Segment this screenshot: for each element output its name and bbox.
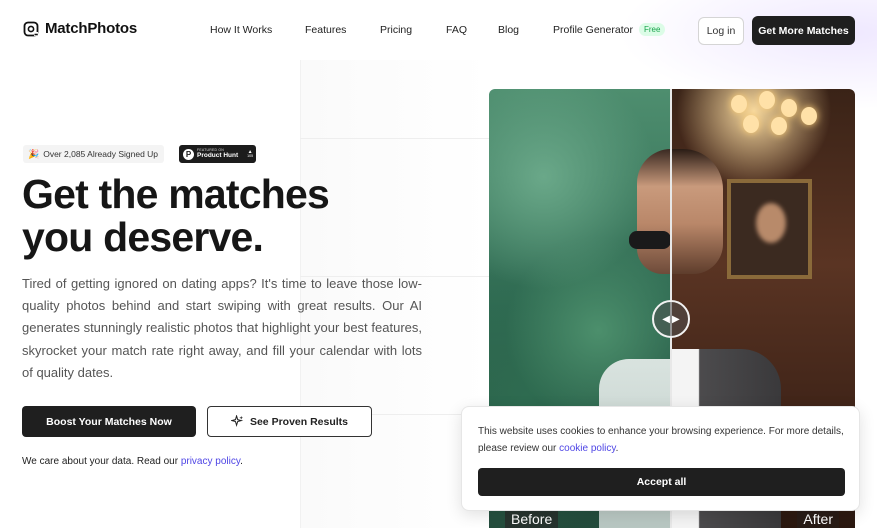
logo[interactable]: MatchPhotos <box>23 20 137 37</box>
signed-up-badge: 🎉 Over 2,085 Already Signed Up <box>23 145 165 163</box>
after-label: After <box>797 510 839 528</box>
chevron-left-icon: ◀ <box>662 313 670 325</box>
get-more-matches-button[interactable]: Get More Matches <box>752 16 855 45</box>
chandelier-light <box>731 95 747 113</box>
product-hunt-badge[interactable]: P FEATURED ON Product Hunt ▲ 105 <box>179 145 256 163</box>
portrait-face <box>756 203 786 243</box>
nav-link-pricing[interactable]: Pricing <box>380 24 412 36</box>
framed-portrait <box>727 179 812 279</box>
product-hunt-icon: P <box>183 148 194 160</box>
cookie-text: This website uses cookies to enhance you… <box>478 426 844 454</box>
free-badge: Free <box>639 23 666 36</box>
nav-link-faq[interactable]: FAQ <box>446 24 467 36</box>
sparkle-icon <box>230 415 244 427</box>
chandelier-light <box>801 107 817 125</box>
signed-up-text: Over 2,085 Already Signed Up <box>43 149 159 159</box>
before-label: Before <box>505 510 559 528</box>
headline-line-2: you deserve. <box>22 214 264 260</box>
hero-description: Tired of getting ignored on dating apps?… <box>22 276 422 380</box>
logo-icon <box>23 21 39 36</box>
upvote-number: 105 <box>247 154 254 158</box>
chandelier-light <box>771 117 787 135</box>
privacy-suffix: . <box>240 456 243 467</box>
upvote-count: ▲ 105 <box>247 148 254 158</box>
party-icon: 🎉 <box>28 148 40 159</box>
before-face <box>637 149 671 274</box>
privacy-notice: We care about your data. Read our privac… <box>22 456 243 467</box>
see-proven-results-label: See Proven Results <box>249 415 349 428</box>
login-button[interactable]: Log in <box>698 17 744 45</box>
product-hunt-text: FEATURED ON Product Hunt <box>197 148 239 159</box>
chandelier-light <box>743 115 759 133</box>
cookie-banner: This website uses cookies to enhance you… <box>461 406 860 511</box>
logo-text: MatchPhotos <box>45 20 137 37</box>
nav-link-features[interactable]: Features <box>305 24 346 36</box>
chandelier-light <box>759 91 775 109</box>
cookie-message: This website uses cookies to enhance you… <box>478 424 848 457</box>
slider-handle[interactable]: ◀ ▶ <box>652 300 690 338</box>
after-face <box>671 149 723 274</box>
background-gridline <box>300 138 490 139</box>
product-hunt-name: Product Hunt <box>197 151 239 159</box>
sunglasses <box>629 231 671 249</box>
nav-link-blog[interactable]: Blog <box>498 24 519 36</box>
privacy-prefix: We care about your data. Read our <box>22 456 179 467</box>
nav-link-profile-generator[interactable]: Profile Generator <box>553 24 633 36</box>
boost-matches-button[interactable]: Boost Your Matches Now <box>22 406 196 437</box>
cookie-suffix: . <box>615 442 619 454</box>
cookie-policy-link[interactable]: cookie policy <box>559 443 616 454</box>
hero-headline: Get the matches you deserve. <box>22 173 402 259</box>
accept-all-button[interactable]: Accept all <box>478 468 845 496</box>
see-proven-results-button[interactable]: See Proven Results <box>207 406 372 437</box>
chevron-right-icon: ▶ <box>672 313 680 325</box>
privacy-policy-link[interactable]: privacy policy <box>181 456 240 467</box>
chandelier-light <box>781 99 797 117</box>
top-navigation: MatchPhotos How It Works Features Pricin… <box>0 0 877 60</box>
nav-link-how-it-works[interactable]: How It Works <box>210 24 272 36</box>
headline-line-1: Get the matches <box>22 171 330 217</box>
